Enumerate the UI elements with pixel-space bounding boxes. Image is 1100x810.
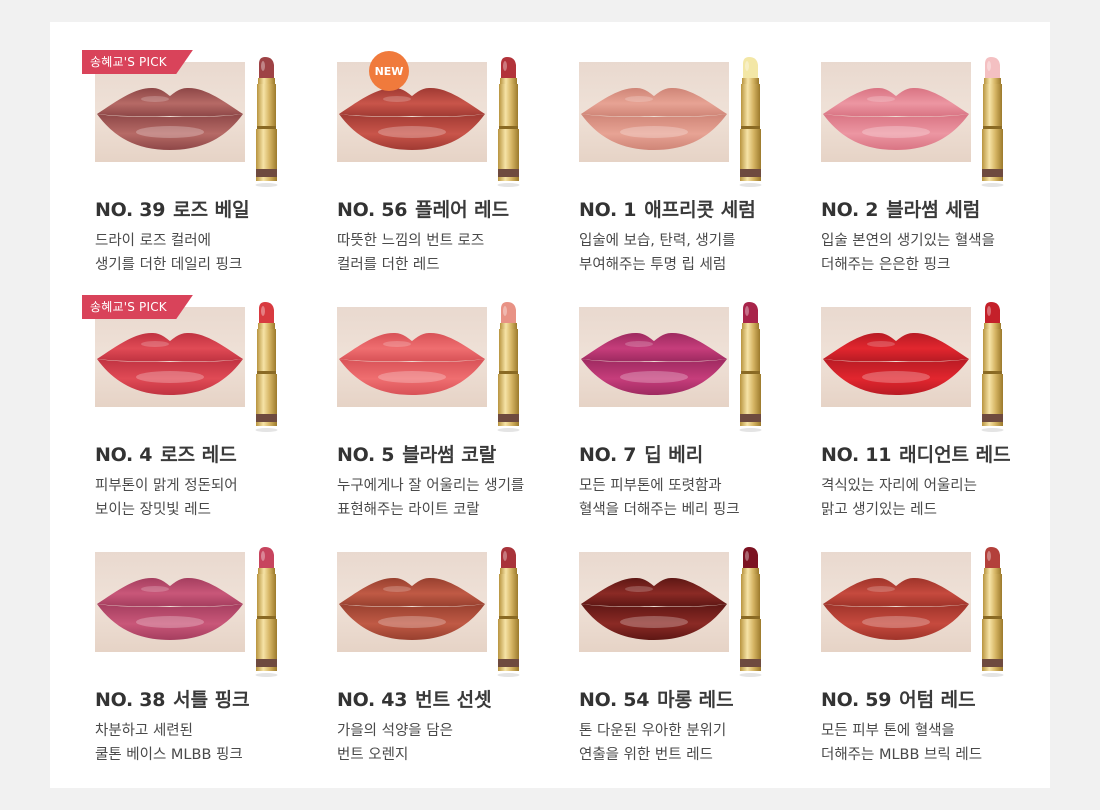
product-title: NO. 38 서틀 핑크 (95, 685, 250, 712)
product-number: NO. 2 (821, 199, 879, 221)
lip-swatch-image (821, 552, 971, 652)
product-name: 서틀 핑크 (173, 689, 250, 711)
product-card-6[interactable]: NO. 5 블라썸 코랄 누구에게나 잘 어울리는 생기를 표현해주는 라이트 코… (292, 267, 524, 518)
lipstick-image (736, 546, 766, 678)
product-name: 블라썸 세럼 (886, 199, 981, 221)
lipstick-image (252, 56, 282, 188)
product-title: NO. 7 딥 베리 (579, 440, 703, 467)
product-title: NO. 59 어텀 레드 (821, 685, 976, 712)
product-panel: NO. 39 로즈 베일 드라이 로즈 컬러에 생기를 더한 데일리 핑크 송혜교… (50, 22, 1050, 788)
product-number: NO. 59 (821, 689, 892, 711)
lip-swatch-image (95, 552, 245, 652)
product-description: 톤 다운된 우아한 분위기 연출을 위한 번트 레드 (579, 719, 726, 767)
product-number: NO. 11 (821, 444, 892, 466)
description-line-1: 따뜻한 느낌의 번트 로즈 (337, 233, 485, 249)
product-card-12[interactable]: NO. 59 어텀 레드 모든 피부 톤에 혈색을 더해주는 MLBB 브릭 레드 (776, 512, 1004, 763)
description-line-1: 누구에게나 잘 어울리는 생기를 (337, 478, 525, 494)
lipstick-image (978, 56, 1008, 188)
product-card-11[interactable]: NO. 54 마롱 레드 톤 다운된 우아한 분위기 연출을 위한 번트 레드 (534, 512, 762, 763)
product-card-3[interactable]: NO. 1 애프리콧 세럼 입술에 보습, 탄력, 생기를 부여해주는 투명 립 … (534, 22, 762, 273)
product-title: NO. 5 블라썸 코랄 (337, 440, 496, 467)
lip-swatch-image (337, 307, 487, 407)
product-number: NO. 5 (337, 444, 395, 466)
lip-swatch-image (337, 552, 487, 652)
description-line-1: 입술에 보습, 탄력, 생기를 (579, 233, 736, 249)
description-line-2: 더해주는 MLBB 브릭 레드 (821, 747, 983, 763)
product-title: NO. 11 래디언트 레드 (821, 440, 1011, 467)
new-badge: NEW (369, 51, 409, 91)
description-line-1: 모든 피부톤에 또렷함과 (579, 478, 722, 494)
description-line-1: 드라이 로즈 컬러에 (95, 233, 211, 249)
lipstick-image (494, 301, 524, 433)
product-number: NO. 38 (95, 689, 166, 711)
lipstick-image (494, 56, 524, 188)
product-card-2[interactable]: NO. 56 플레어 레드 따뜻한 느낌의 번트 로즈 컬러를 더한 레드 NEW (292, 22, 520, 273)
product-number: NO. 39 (95, 199, 166, 221)
description-line-1: 톤 다운된 우아한 분위기 (579, 723, 727, 739)
lip-swatch-image (95, 307, 245, 407)
description-line-1: 가을의 석양을 담은 (337, 723, 453, 739)
lipstick-image (736, 301, 766, 433)
description-line-1: 차분하고 세련된 (95, 723, 193, 739)
product-name: 로즈 베일 (173, 199, 250, 221)
product-card-9[interactable]: NO. 38 서틀 핑크 차분하고 세련된 쿨톤 베이스 MLBB 핑크 (50, 512, 278, 763)
product-grid: NO. 39 로즈 베일 드라이 로즈 컬러에 생기를 더한 데일리 핑크 송혜교… (50, 22, 1050, 788)
lip-swatch-image (579, 552, 729, 652)
product-name: 래디언트 레드 (899, 444, 1011, 466)
pick-badge: 송혜교'S PICK (82, 50, 193, 74)
product-card-8[interactable]: NO. 11 래디언트 레드 격식있는 자리에 어울리는 맑고 생기있는 레드 (776, 267, 1011, 518)
product-name: 플레어 레드 (415, 199, 510, 221)
product-number: NO. 43 (337, 689, 408, 711)
product-number: NO. 54 (579, 689, 650, 711)
lip-swatch-image (821, 307, 971, 407)
description-line-1: 격식있는 자리에 어울리는 (821, 478, 977, 494)
product-description: 차분하고 세련된 쿨톤 베이스 MLBB 핑크 (95, 719, 243, 767)
product-name: 애프리콧 세럼 (644, 199, 756, 221)
lipstick-image (978, 301, 1008, 433)
product-name: 블라썸 코랄 (402, 444, 497, 466)
product-name: 마롱 레드 (657, 689, 734, 711)
description-line-2: 쿨톤 베이스 MLBB 핑크 (95, 747, 243, 763)
product-number: NO. 56 (337, 199, 408, 221)
product-name: 어텀 레드 (899, 689, 976, 711)
product-title: NO. 1 애프리콧 세럼 (579, 195, 756, 222)
product-description: 모든 피부 톤에 혈색을 더해주는 MLBB 브릭 레드 (821, 719, 982, 767)
product-title: NO. 54 마롱 레드 (579, 685, 734, 712)
description-line-1: 피부톤이 맑게 정돈되어 (95, 478, 238, 494)
lipstick-image (736, 56, 766, 188)
product-name: 번트 선셋 (415, 689, 492, 711)
description-line-2: 연출을 위한 번트 레드 (579, 747, 713, 763)
pick-badge: 송혜교'S PICK (82, 295, 193, 319)
lip-swatch-image (337, 62, 487, 162)
product-description: 가을의 석양을 담은 번트 오렌지 (337, 719, 453, 767)
product-card-1[interactable]: NO. 39 로즈 베일 드라이 로즈 컬러에 생기를 더한 데일리 핑크 송혜교… (50, 22, 278, 273)
product-card-4[interactable]: NO. 2 블라썸 세럼 입술 본연의 생기있는 혈색을 더해주는 은은한 핑크 (776, 22, 1004, 273)
description-line-2: 번트 오렌지 (337, 747, 409, 763)
lip-swatch-image (579, 62, 729, 162)
product-number: NO. 4 (95, 444, 153, 466)
lipstick-image (252, 301, 282, 433)
product-card-7[interactable]: NO. 7딥 베리 모든 피부톤에 또렷함과 혈색을 더해주는 베리 핑크 (534, 267, 762, 518)
lip-swatch-image (821, 62, 971, 162)
product-number: NO. 1 (579, 199, 637, 221)
lip-swatch-image (579, 307, 729, 407)
lipstick-image (494, 546, 524, 678)
product-title: NO. 39 로즈 베일 (95, 195, 250, 222)
lipstick-image (252, 546, 282, 678)
product-name: 로즈 레드 (160, 444, 237, 466)
product-title: NO. 2 블라썸 세럼 (821, 195, 980, 222)
product-title: NO. 43 번트 선셋 (337, 685, 492, 712)
product-title: NO. 4 로즈 레드 (95, 440, 237, 467)
product-name: 딥 베리 (644, 444, 704, 466)
product-card-10[interactable]: NO. 43 번트 선셋 가을의 석양을 담은 번트 오렌지 (292, 512, 520, 763)
product-title: NO. 56 플레어 레드 (337, 195, 509, 222)
description-line-1: 입술 본연의 생기있는 혈색을 (821, 233, 995, 249)
product-card-5[interactable]: NO. 4 로즈 레드 피부톤이 맑게 정돈되어 보이는 장밋빛 레드 송혜교'S… (50, 267, 278, 518)
product-number: NO. 7 (579, 444, 637, 466)
description-line-1: 모든 피부 톤에 혈색을 (821, 723, 955, 739)
lipstick-image (978, 546, 1008, 678)
lip-swatch-image (95, 62, 245, 162)
